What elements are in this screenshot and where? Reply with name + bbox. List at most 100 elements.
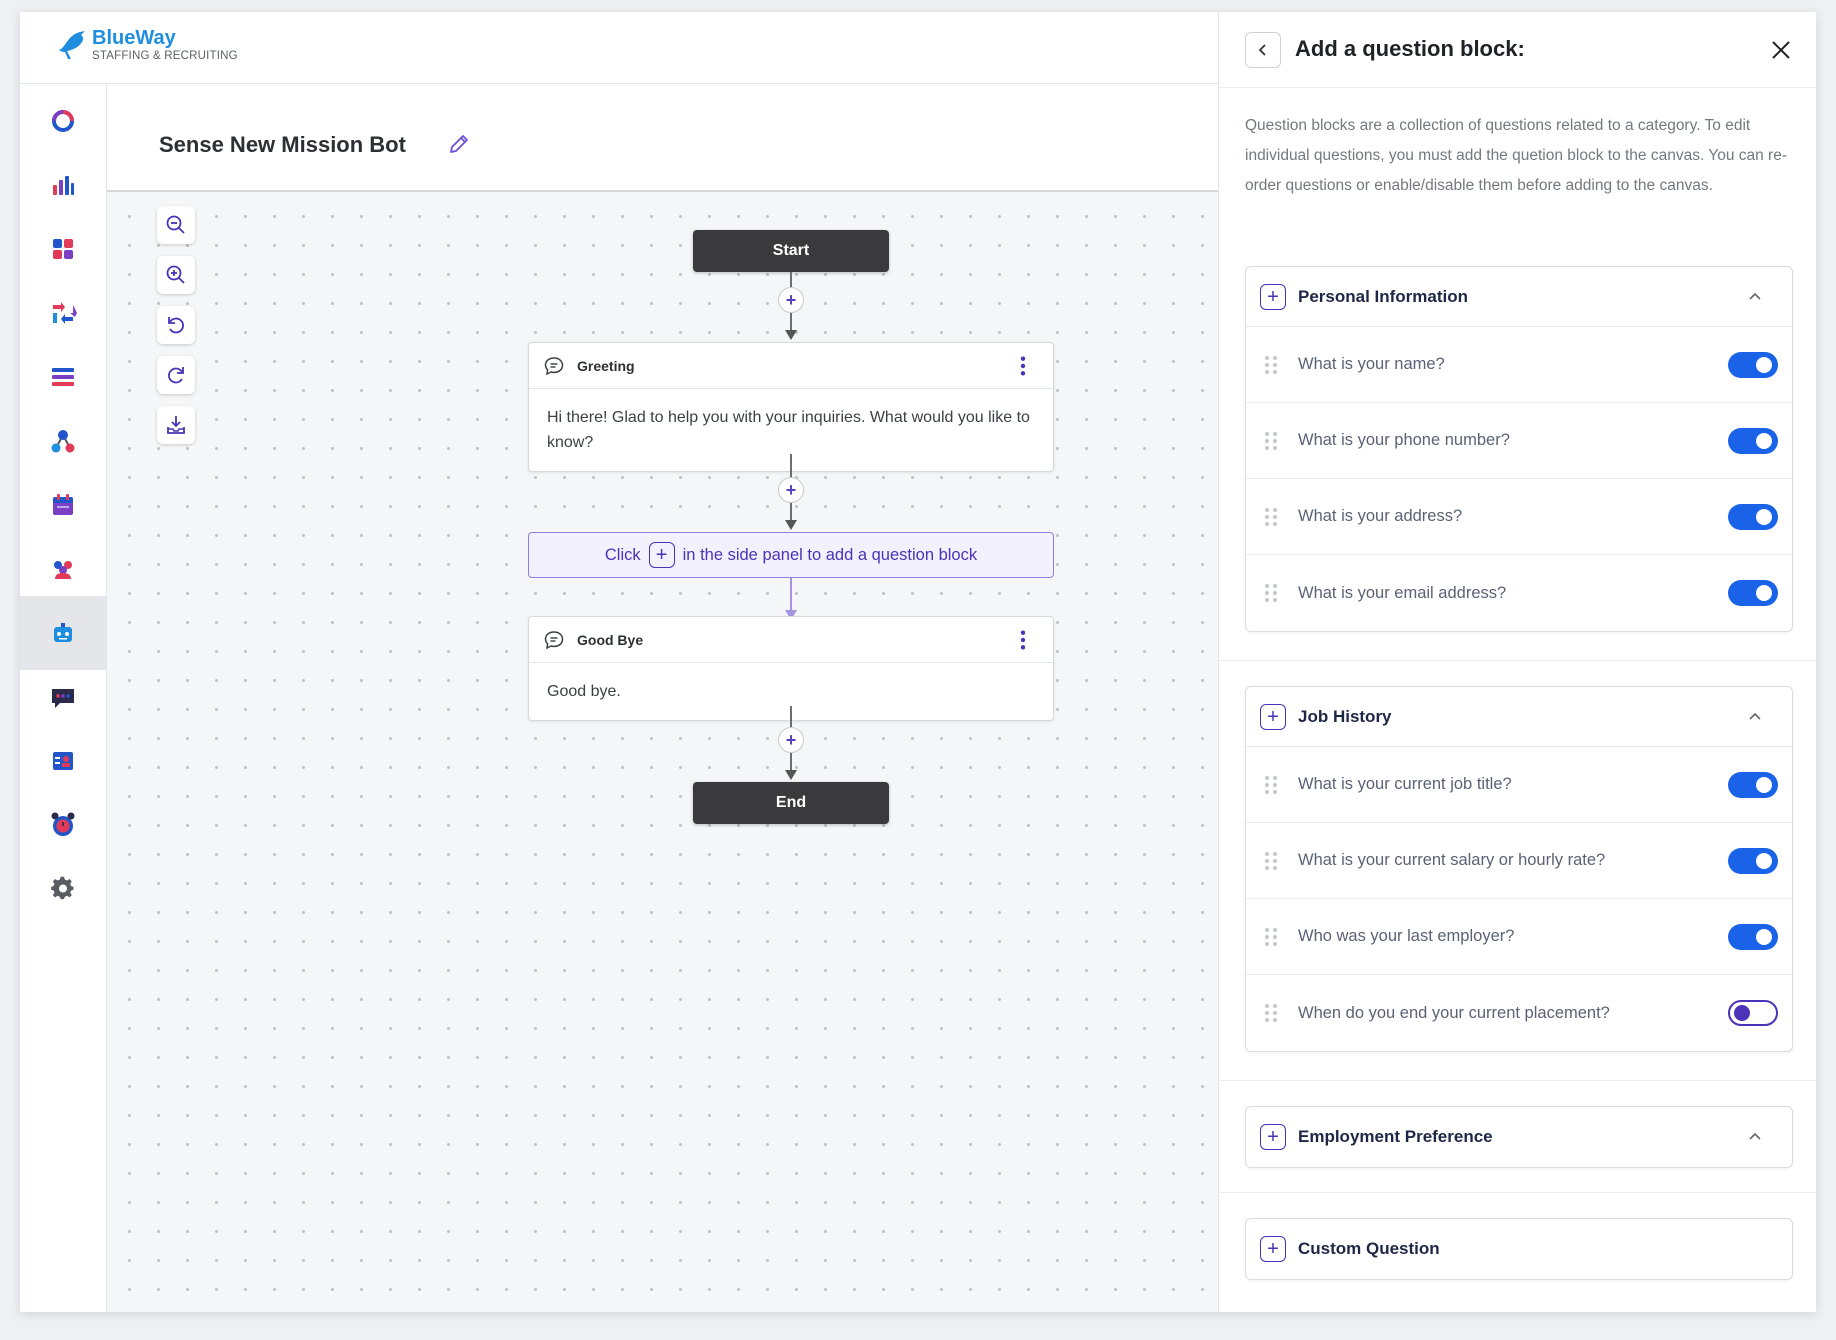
- add-step-button[interactable]: +: [778, 477, 804, 503]
- arrows-swap-icon: [53, 302, 77, 324]
- nav-item-ring[interactable]: [20, 84, 106, 158]
- plus-square-icon: +: [648, 542, 675, 568]
- section-title: Personal Information: [1298, 286, 1469, 306]
- question-toggle[interactable]: [1728, 847, 1778, 874]
- question-toggle[interactable]: [1728, 427, 1778, 454]
- hint-text-before: Click: [604, 545, 641, 564]
- question-row: What is your email address?: [1246, 555, 1792, 631]
- drag-handle-icon[interactable]: [1260, 925, 1282, 949]
- brand-name: BlueWay: [92, 27, 176, 49]
- redo-button[interactable]: [157, 356, 195, 394]
- nav-item-chatbot[interactable]: [20, 596, 106, 670]
- network-icon: [51, 430, 75, 453]
- section-header[interactable]: + Employment Preference: [1246, 1107, 1792, 1167]
- question-text: What is your email address?: [1298, 583, 1507, 602]
- canvas-toolbar: [157, 206, 195, 444]
- bird-logo-icon: [59, 31, 85, 60]
- section-header[interactable]: + Personal Information: [1246, 267, 1792, 327]
- zoom-in-button[interactable]: [157, 256, 195, 294]
- undo-icon: [168, 317, 184, 334]
- add-block-button[interactable]: +: [1260, 703, 1286, 730]
- question-row: When do you end your current placement?: [1246, 975, 1792, 1051]
- add-block-button[interactable]: +: [1260, 1236, 1286, 1262]
- drag-handle-icon[interactable]: [1260, 773, 1282, 797]
- nav-item-dashboard[interactable]: [20, 212, 106, 286]
- question-text: When do you end your current placement?: [1298, 1003, 1610, 1022]
- download-button[interactable]: [157, 406, 195, 444]
- chat-bubble-icon: [544, 356, 564, 375]
- question-toggle[interactable]: [1728, 351, 1778, 378]
- chevron-up-icon[interactable]: [1746, 1128, 1764, 1146]
- question-toggle[interactable]: [1728, 580, 1778, 606]
- chevron-up-icon[interactable]: [1746, 708, 1764, 726]
- contact-card-icon: [53, 752, 73, 770]
- chat-bubble-icon: [544, 630, 564, 649]
- section-header[interactable]: + Custom Question: [1246, 1219, 1792, 1279]
- nav-item-people[interactable]: [20, 532, 106, 606]
- nav-item-network[interactable]: [20, 404, 106, 478]
- nav-item-contacts[interactable]: [20, 724, 106, 798]
- nav-item-messages[interactable]: [20, 660, 106, 734]
- list-icon: [52, 368, 74, 386]
- nav-item-list[interactable]: [20, 340, 106, 414]
- drag-handle-icon[interactable]: [1260, 849, 1282, 873]
- end-node[interactable]: End: [693, 782, 889, 824]
- add-question-block-placeholder[interactable]: Click + in the side panel to add a quest…: [528, 532, 1054, 578]
- chevron-left-icon: [1258, 44, 1266, 56]
- people-icon: [54, 561, 72, 579]
- panel-title: Add a question block:: [1295, 36, 1525, 61]
- add-step-button[interactable]: +: [778, 727, 804, 753]
- nav-item-settings[interactable]: [20, 852, 106, 926]
- connector-line: [790, 578, 792, 612]
- add-step-button[interactable]: +: [778, 287, 804, 313]
- question-toggle[interactable]: [1728, 923, 1778, 950]
- flow-canvas[interactable]: Start + Greeting Hi there! Glad to help …: [107, 192, 1218, 1312]
- question-toggle[interactable]: [1728, 771, 1778, 798]
- redo-icon: [168, 367, 184, 384]
- undo-button[interactable]: [157, 306, 195, 344]
- divider: [1219, 1080, 1816, 1081]
- calendar-icon: [53, 494, 73, 515]
- brand-logo[interactable]: BlueWay STAFFING & RECRUITING: [56, 28, 238, 63]
- question-row: What is your current salary or hourly ra…: [1246, 823, 1792, 899]
- greeting-menu-button[interactable]: [1019, 354, 1039, 378]
- kebab-menu-icon: [1020, 355, 1026, 376]
- question-toggle[interactable]: [1728, 1000, 1778, 1026]
- start-node[interactable]: Start: [693, 230, 889, 272]
- connector-arrow: [785, 330, 797, 340]
- section-job-history: + Job History What is your current job t…: [1245, 686, 1793, 1052]
- add-block-button[interactable]: +: [1260, 1124, 1286, 1150]
- greeting-card[interactable]: Greeting Hi there! Glad to help you with…: [528, 342, 1054, 472]
- pencil-edit-icon[interactable]: [447, 132, 471, 156]
- chevron-up-icon[interactable]: [1746, 288, 1764, 306]
- back-button[interactable]: [1245, 32, 1281, 68]
- message-icon: [52, 689, 74, 708]
- drag-handle-icon[interactable]: [1260, 1001, 1282, 1025]
- zoom-out-button[interactable]: [157, 206, 195, 244]
- goodbye-menu-button[interactable]: [1019, 628, 1039, 652]
- close-icon[interactable]: [1767, 36, 1795, 64]
- bar-chart-icon: [53, 176, 74, 195]
- add-block-button[interactable]: +: [1260, 283, 1286, 310]
- ring-icon: [52, 110, 74, 132]
- gear-icon: [51, 876, 74, 900]
- divider: [1219, 660, 1816, 661]
- drag-handle-icon[interactable]: [1260, 353, 1282, 377]
- drag-handle-icon[interactable]: [1260, 429, 1282, 453]
- nav-item-swap[interactable]: [20, 276, 106, 350]
- section-header[interactable]: + Job History: [1246, 687, 1792, 747]
- nav-item-analytics[interactable]: [20, 148, 106, 222]
- question-text: What is your current job title?: [1298, 775, 1512, 793]
- nav-item-calendar[interactable]: [20, 468, 106, 542]
- section-personal-information: + Personal Information What is your name…: [1245, 266, 1793, 632]
- nav-item-alarm[interactable]: [20, 788, 106, 862]
- alarm-clock-icon: [51, 812, 75, 836]
- left-sidebar: [20, 84, 107, 1312]
- drag-handle-icon[interactable]: [1260, 505, 1282, 529]
- question-toggle[interactable]: [1728, 503, 1778, 530]
- question-text: What is your name?: [1298, 355, 1445, 373]
- top-bar: BlueWay STAFFING & RECRUITING: [20, 12, 1218, 84]
- drag-handle-icon[interactable]: [1260, 581, 1282, 605]
- panel-description: Question blocks are a collection of ques…: [1245, 117, 1787, 194]
- section-title: Custom Question: [1298, 1239, 1440, 1258]
